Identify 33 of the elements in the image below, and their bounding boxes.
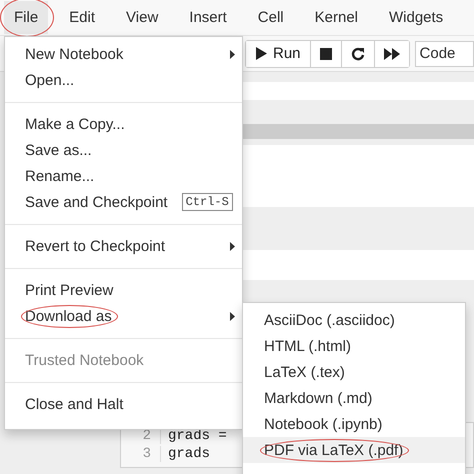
menu-option[interactable]: AsciiDoc (.asciidoc) — [243, 307, 465, 333]
menu-option[interactable]: Download as — [5, 303, 242, 329]
menu-item[interactable]: Cell — [248, 1, 294, 34]
menu-item[interactable]: Insert — [179, 1, 237, 34]
menu-option[interactable]: LaTeX (.tex) — [243, 359, 465, 385]
menu-option[interactable]: Make a Copy... — [5, 111, 242, 137]
menu-option[interactable]: Open... — [5, 67, 242, 93]
menu-item[interactable]: View — [116, 1, 168, 34]
cell-type-dropdown[interactable]: Code — [414, 40, 474, 66]
stop-icon — [320, 48, 332, 60]
menu-option[interactable]: Save and Checkpoint Ctrl-S — [5, 189, 242, 215]
code-line: grads — [167, 446, 210, 462]
run-button[interactable]: Run — [246, 40, 311, 66]
shortcut-key: Ctrl-S — [182, 193, 233, 211]
menu-option[interactable]: Rename... — [5, 163, 242, 189]
menu-option[interactable]: Print Preview — [5, 277, 242, 303]
menu-option-label: Save and Checkpoint — [25, 194, 168, 210]
menu-option[interactable]: Close and Halt — [5, 391, 242, 417]
code-line: grads = — [167, 428, 227, 444]
menu-option[interactable]: PDF via LaTeX (.pdf) — [243, 437, 465, 463]
menu-option[interactable]: HTML (.html) — [243, 333, 465, 359]
play-icon — [255, 47, 267, 60]
menu-option[interactable]: Save as... — [5, 137, 242, 163]
menu-option[interactable]: Revert to Checkpoint — [5, 233, 242, 259]
menu-option[interactable]: New Notebook — [5, 41, 242, 67]
menu-item[interactable]: Edit — [59, 1, 106, 34]
menu-option[interactable]: Markdown (.md) — [243, 385, 465, 411]
line-number: 3 — [121, 446, 161, 462]
fast-forward-icon — [384, 48, 400, 60]
menu-item[interactable]: Widgets — [379, 1, 454, 34]
menu-item[interactable]: Kernel — [304, 1, 368, 34]
restart-icon — [350, 46, 365, 60]
menu-option[interactable]: Notebook (.ipynb) — [243, 411, 465, 437]
